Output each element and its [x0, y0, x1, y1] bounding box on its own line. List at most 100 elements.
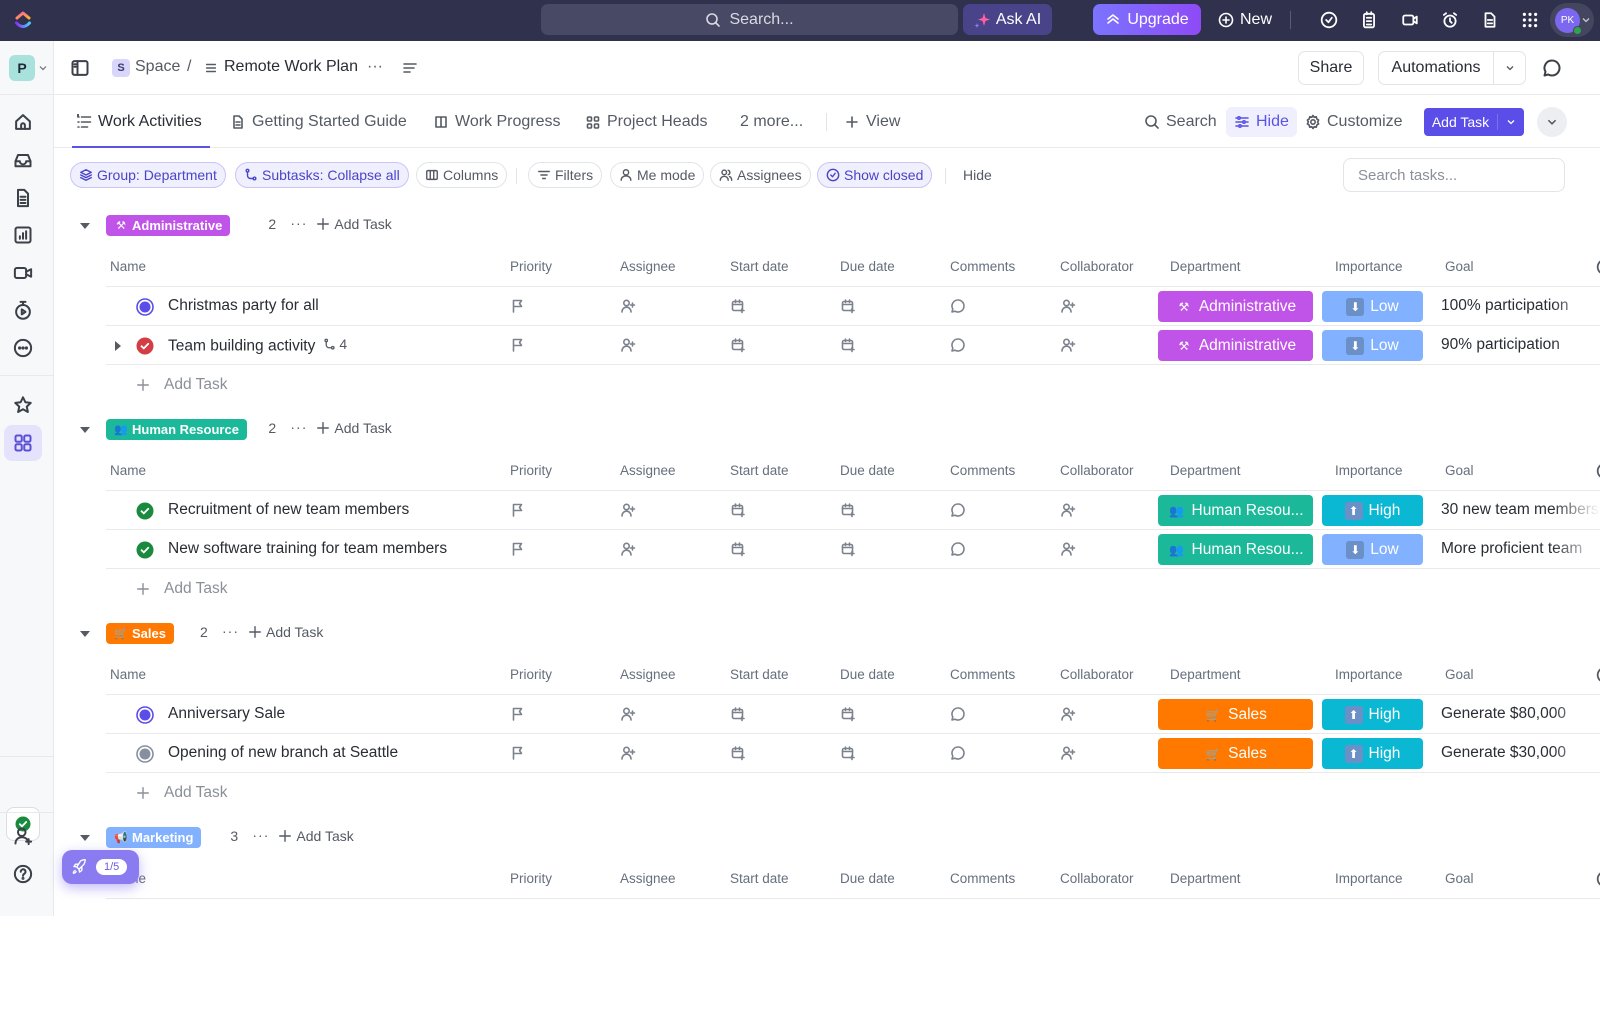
- list-more-button[interactable]: ···: [367, 58, 383, 76]
- start-date-calendar-icon[interactable]: [730, 706, 747, 723]
- add-task-button[interactable]: Add Task: [1424, 108, 1524, 136]
- start-date-calendar-icon[interactable]: [730, 337, 747, 354]
- tab-work-progress[interactable]: Work Progress: [433, 95, 561, 148]
- column-header-department[interactable]: Department: [1170, 463, 1241, 478]
- search-tasks-input[interactable]: Search tasks...: [1343, 158, 1565, 192]
- assignee-add-icon[interactable]: [620, 706, 637, 723]
- column-header-priority[interactable]: Priority: [510, 259, 552, 274]
- column-header-importance[interactable]: Importance: [1335, 463, 1403, 478]
- due-date-calendar-icon[interactable]: [840, 706, 857, 723]
- task-row[interactable]: Team building activity 4 ⚒ Administrative…: [106, 326, 1600, 365]
- comments-icon[interactable]: [950, 502, 967, 519]
- status-open-icon[interactable]: [136, 745, 154, 763]
- tab-work-activities[interactable]: Work Activities: [72, 95, 210, 148]
- more-icon[interactable]: [13, 338, 33, 358]
- docs-icon[interactable]: [13, 188, 33, 208]
- group-badge[interactable]: 🛒 Sales: [106, 623, 174, 644]
- task-row[interactable]: Opening of new branch at Seattle 🛒 Sales…: [106, 734, 1600, 773]
- collapse-caret-icon[interactable]: [80, 223, 90, 229]
- collaborator-add-icon[interactable]: [1060, 745, 1077, 762]
- task-name[interactable]: Christmas party for all: [168, 297, 319, 315]
- task-row[interactable]: Recruitment of new team members 👥 Human …: [106, 491, 1600, 530]
- column-header-goal[interactable]: Goal: [1445, 871, 1474, 886]
- importance-pill[interactable]: ⬆ High: [1322, 699, 1423, 730]
- priority-flag-icon[interactable]: [510, 298, 527, 315]
- column-header-priority[interactable]: Priority: [510, 871, 552, 886]
- column-header-importance[interactable]: Importance: [1335, 871, 1403, 886]
- goal-value[interactable]: More proficient team: [1441, 540, 1600, 558]
- column-header-due-date[interactable]: Due date: [840, 667, 895, 682]
- column-header-assignee[interactable]: Assignee: [620, 463, 676, 478]
- goal-value[interactable]: Generate $30,000: [1441, 744, 1600, 762]
- inbox-icon[interactable]: [13, 150, 33, 170]
- importance-pill[interactable]: ⬆ High: [1322, 738, 1423, 769]
- task-name[interactable]: New software training for team members: [168, 540, 447, 558]
- add-view-button[interactable]: View: [844, 95, 900, 148]
- user-menu[interactable]: PK: [1550, 3, 1594, 37]
- column-header-assignee[interactable]: Assignee: [620, 871, 676, 886]
- add-column-icon[interactable]: [1596, 666, 1600, 684]
- column-header-priority[interactable]: Priority: [510, 463, 552, 478]
- add-column-icon[interactable]: [1596, 462, 1600, 480]
- inline-add-task[interactable]: Add Task: [136, 367, 227, 403]
- group-badge[interactable]: 📢 Marketing: [106, 827, 202, 848]
- filters-chip[interactable]: Filters: [528, 162, 603, 188]
- spaces-button[interactable]: [4, 425, 42, 461]
- column-header-goal[interactable]: Goal: [1445, 259, 1474, 274]
- show-closed-chip[interactable]: Show closed: [817, 162, 933, 188]
- help-icon[interactable]: [13, 864, 33, 884]
- column-header-goal[interactable]: Goal: [1445, 667, 1474, 682]
- goal-value[interactable]: 100% participation: [1441, 297, 1600, 315]
- collaborator-add-icon[interactable]: [1060, 541, 1077, 558]
- tab-getting-started-guide[interactable]: Getting Started Guide: [230, 95, 407, 148]
- column-header-due-date[interactable]: Due date: [840, 259, 895, 274]
- timesheet-icon[interactable]: [13, 300, 33, 320]
- share-button[interactable]: Share: [1298, 51, 1364, 85]
- global-search-input[interactable]: Search...: [541, 4, 958, 35]
- column-header-comments[interactable]: Comments: [950, 667, 1015, 682]
- hide-closed-button[interactable]: Hide: [954, 162, 1001, 188]
- subtask-count[interactable]: 4: [323, 336, 347, 352]
- group-more-button[interactable]: ···: [252, 827, 269, 843]
- home-icon[interactable]: [13, 112, 33, 132]
- column-header-collaborator[interactable]: Collaborator: [1060, 871, 1134, 886]
- status-complete-icon[interactable]: [136, 541, 154, 559]
- column-header-collaborator[interactable]: Collaborator: [1060, 463, 1134, 478]
- department-pill[interactable]: ⚒ Administrative: [1158, 330, 1313, 361]
- group-add-task-button[interactable]: Add Task: [316, 216, 392, 232]
- me-mode-chip[interactable]: Me mode: [610, 162, 705, 188]
- start-date-calendar-icon[interactable]: [730, 541, 747, 558]
- status-in-progress-icon[interactable]: [136, 298, 154, 316]
- assignee-add-icon[interactable]: [620, 298, 637, 315]
- priority-flag-icon[interactable]: [510, 337, 527, 354]
- start-date-calendar-icon[interactable]: [730, 298, 747, 315]
- group-more-button[interactable]: ···: [222, 623, 239, 639]
- due-date-calendar-icon[interactable]: [840, 502, 857, 519]
- video-record-icon[interactable]: [1401, 11, 1419, 29]
- task-row[interactable]: Christmas party for all ⚒ Administrative…: [106, 287, 1600, 326]
- comments-icon[interactable]: [950, 745, 967, 762]
- column-header-collaborator[interactable]: Collaborator: [1060, 667, 1134, 682]
- assignee-add-icon[interactable]: [620, 337, 637, 354]
- priority-flag-icon[interactable]: [510, 502, 527, 519]
- inline-add-task[interactable]: Add Task: [136, 775, 227, 811]
- comments-icon[interactable]: [950, 298, 967, 315]
- importance-pill[interactable]: ⬇ Low: [1322, 534, 1423, 565]
- column-header-assignee[interactable]: Assignee: [620, 259, 676, 274]
- hide-button[interactable]: Hide: [1226, 107, 1297, 137]
- tasks-check-icon[interactable]: [1320, 11, 1338, 29]
- collapse-caret-icon[interactable]: [80, 835, 90, 841]
- invite-user-icon[interactable]: [13, 826, 33, 846]
- column-header-due-date[interactable]: Due date: [840, 463, 895, 478]
- customize-button[interactable]: Customize: [1305, 107, 1403, 137]
- assignee-add-icon[interactable]: [620, 502, 637, 519]
- breadcrumb-space[interactable]: Space: [135, 58, 180, 76]
- due-date-calendar-icon[interactable]: [840, 337, 857, 354]
- due-date-calendar-icon[interactable]: [840, 298, 857, 315]
- group-add-task-button[interactable]: Add Task: [278, 828, 354, 844]
- list-title[interactable]: Remote Work Plan: [224, 58, 358, 76]
- column-header-assignee[interactable]: Assignee: [620, 667, 676, 682]
- subtasks-chip[interactable]: Subtasks: Collapse all: [235, 162, 409, 188]
- task-row[interactable]: Anniversary Sale 🛒 Sales ⬆ High Generate…: [106, 695, 1600, 734]
- collaborator-add-icon[interactable]: [1060, 706, 1077, 723]
